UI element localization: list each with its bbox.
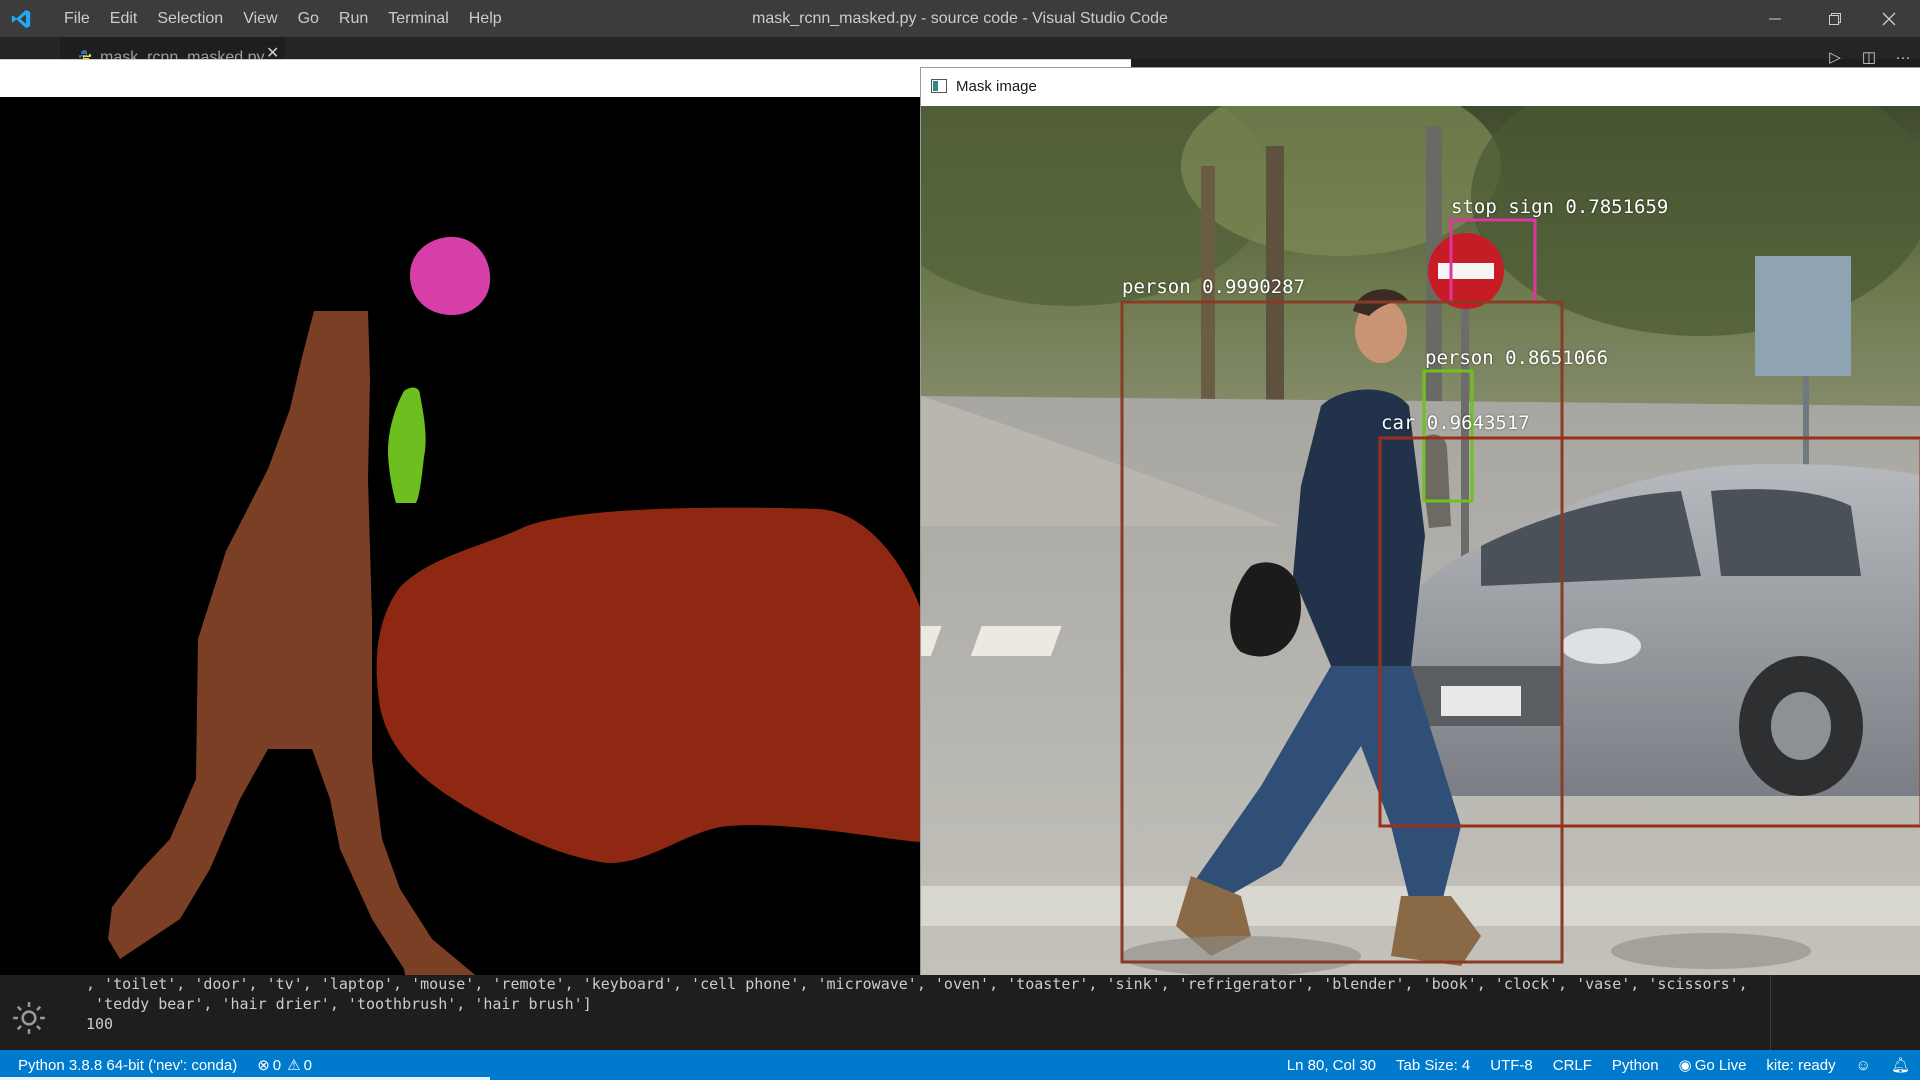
menu-bar: File Edit Selection View Go Run Terminal…	[54, 0, 512, 37]
status-bar: Python 3.8.8 64-bit ('nev': conda) ⊗ 0 ⚠…	[0, 1050, 1920, 1080]
detection-photo: stop sign 0.7851659 person 0.9990287 per…	[921, 106, 1920, 983]
street-scene-image	[921, 106, 1920, 983]
menu-selection[interactable]: Selection	[147, 0, 233, 37]
terminal-line: , 'toilet', 'door', 'tv', 'laptop', 'mou…	[86, 975, 1748, 993]
terminal-panel: , 'toilet', 'door', 'tv', 'laptop', 'mou…	[0, 975, 1920, 1050]
close-window-button[interactable]	[1866, 0, 1912, 37]
stop-sign-mask	[410, 236, 491, 315]
mask-image-title: Mask image	[956, 78, 1037, 95]
gear-icon[interactable]	[10, 999, 48, 1037]
run-file-icon[interactable]: ▷	[1818, 48, 1852, 66]
problems-indicator[interactable]: ⊗ 0 ⚠ 0	[257, 1056, 312, 1075]
python-interpreter[interactable]: Python 3.8.8 64-bit ('nev': conda)	[18, 1057, 237, 1074]
vscode-logo-icon	[11, 9, 31, 29]
detection-label-stop-sign: stop sign 0.7851659	[1451, 196, 1669, 218]
language-mode[interactable]: Python	[1612, 1057, 1659, 1074]
tab-size[interactable]: Tab Size: 4	[1396, 1057, 1470, 1074]
terminal-line: 100	[86, 1015, 114, 1033]
detection-label-person-small: person 0.8651066	[1425, 347, 1609, 369]
more-actions-icon[interactable]: ···	[1886, 49, 1920, 66]
segmentation-mask-canvas	[0, 97, 920, 975]
kite-status[interactable]: kite: ready	[1766, 1057, 1835, 1074]
menu-help[interactable]: Help	[459, 0, 512, 37]
panel-divider	[1770, 975, 1771, 1050]
warning-count: 0	[303, 1056, 312, 1074]
menu-terminal[interactable]: Terminal	[378, 0, 458, 37]
end-of-line[interactable]: CRLF	[1553, 1057, 1592, 1074]
menu-go[interactable]: Go	[288, 0, 329, 37]
mask-image-titlebar[interactable]: Mask image	[921, 68, 1920, 106]
error-icon: ⊗	[257, 1057, 270, 1074]
tab-mask-rcnn-masked[interactable]: mask_rcnn_masked.py ✕	[60, 37, 286, 59]
editor-tab-strip	[0, 37, 1920, 59]
python-file-icon	[78, 50, 92, 59]
broadcast-icon: ◉	[1678, 1057, 1692, 1074]
cursor-position[interactable]: Ln 80, Col 30	[1287, 1057, 1376, 1074]
notifications-bell-icon[interactable]: 🔔︎	[1891, 1056, 1910, 1074]
terminal-line: 'teddy bear', 'hair drier', 'toothbrush'…	[86, 995, 592, 1013]
minimize-icon	[1769, 18, 1781, 19]
menu-view[interactable]: View	[233, 0, 287, 37]
error-count: 0	[272, 1056, 282, 1074]
restore-icon	[1829, 12, 1841, 25]
warning-icon: ⚠	[287, 1057, 301, 1074]
minimize-button[interactable]	[1752, 0, 1798, 37]
mask-image-window: Mask image stop sign 0.7851659 person 0.…	[920, 67, 1920, 983]
menu-file[interactable]: File	[54, 0, 100, 37]
menu-edit[interactable]: Edit	[100, 0, 148, 37]
go-live-label: Go Live	[1694, 1056, 1747, 1074]
go-live-button[interactable]: ◉ Go Live	[1678, 1056, 1747, 1075]
detection-label-car: car 0.9643517	[1381, 412, 1530, 434]
tab-close-icon[interactable]: ✕	[266, 43, 279, 59]
feedback-icon[interactable]: ☺	[1856, 1057, 1871, 1074]
restore-button[interactable]	[1812, 0, 1858, 37]
app-window-icon	[931, 79, 947, 93]
detection-label-person-main: person 0.9990287	[1122, 276, 1306, 298]
split-editor-icon[interactable]: ◫	[1852, 48, 1886, 66]
close-icon	[1882, 12, 1896, 25]
encoding[interactable]: UTF-8	[1490, 1057, 1533, 1074]
menu-run[interactable]: Run	[329, 0, 378, 37]
title-bar: File Edit Selection View Go Run Terminal…	[0, 0, 1920, 37]
tab-label: mask_rcnn_masked.py	[100, 49, 265, 59]
